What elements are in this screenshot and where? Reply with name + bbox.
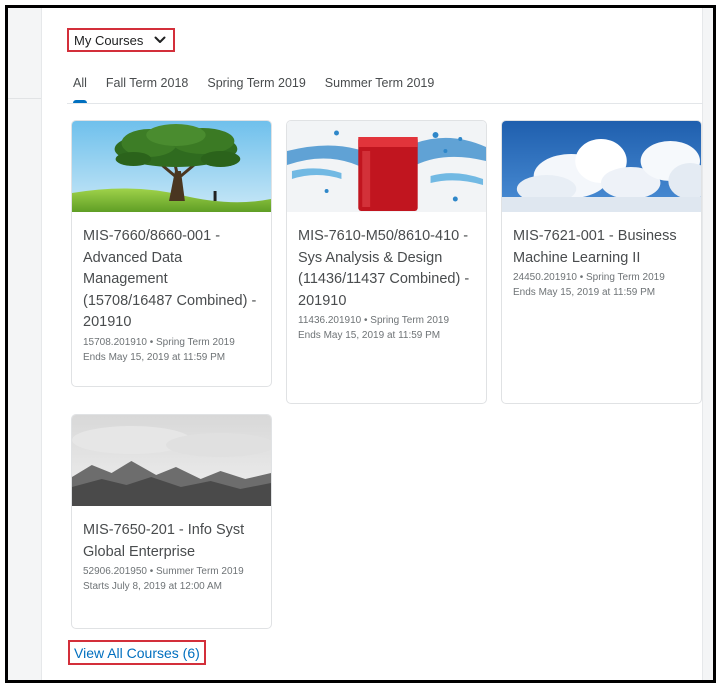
course-image-mountains (72, 415, 271, 506)
course-card[interactable]: MIS-7660/8660-001 - Advanced Data Manage… (71, 120, 272, 387)
course-end-date: Ends May 15, 2019 at 11:59 PM (83, 351, 226, 363)
tabs-divider (67, 103, 703, 104)
left-nav-strip (8, 8, 42, 680)
tab-summer-term-2019[interactable]: Summer Term 2019 (325, 76, 435, 90)
right-scroll-strip (702, 8, 713, 680)
course-end-date: Ends May 15, 2019 at 11:59 PM (513, 287, 656, 298)
course-widget: My Courses All Fall Term 2018 Spring Ter… (5, 5, 716, 683)
course-meta: 24450.201910 • Spring Term 2019 (513, 272, 665, 283)
tab-all[interactable]: All (73, 76, 87, 104)
course-title[interactable]: MIS-7610-M50/8610-410 - Sys Analysis & D… (298, 226, 475, 312)
course-title[interactable]: MIS-7621-001 - Business Machine Learning… (513, 226, 690, 269)
course-start-date: Starts July 8, 2019 at 12:00 AM (83, 581, 222, 592)
tab-spring-term-2019[interactable]: Spring Term 2019 (207, 76, 305, 90)
course-meta: 52906.201950 • Summer Term 2019 (83, 566, 244, 577)
view-all-courses-link[interactable]: View All Courses (6) (68, 640, 206, 665)
view-all-courses-label: View All Courses (6) (74, 644, 200, 661)
course-meta: 11436.201910 • Spring Term 2019 (298, 315, 450, 326)
course-title[interactable]: MIS-7660/8660-001 - Advanced Data Manage… (83, 226, 260, 334)
course-meta: 15708.201910 • Spring Term 2019 (83, 336, 235, 348)
my-courses-dropdown[interactable]: My Courses (67, 28, 176, 52)
term-tabs: All Fall Term 2018 Spring Term 2019 Summ… (73, 76, 453, 104)
course-end-date: Ends May 15, 2019 at 11:59 PM (298, 330, 441, 341)
course-card[interactable]: MIS-7650-201 - Info Syst Global Enterpri… (71, 414, 272, 629)
course-image-tree (72, 121, 271, 212)
my-courses-label: My Courses (74, 32, 144, 48)
course-card[interactable]: MIS-7610-M50/8610-410 - Sys Analysis & D… (286, 120, 487, 404)
course-image-clouds (502, 121, 701, 212)
chevron-down-icon (153, 33, 167, 47)
course-title[interactable]: MIS-7650-201 - Info Syst Global Enterpri… (83, 520, 260, 563)
tab-fall-term-2018[interactable]: Fall Term 2018 (106, 76, 188, 90)
course-card[interactable]: MIS-7621-001 - Business Machine Learning… (501, 120, 702, 404)
course-image-splash (287, 121, 486, 212)
